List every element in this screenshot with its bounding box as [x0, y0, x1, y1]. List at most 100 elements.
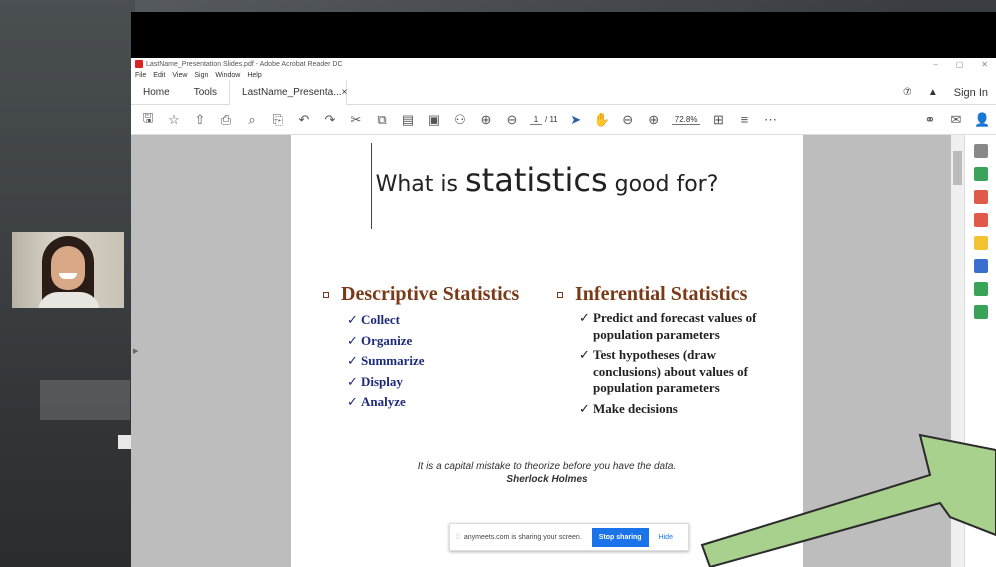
check-icon: ✓	[347, 332, 358, 348]
compare-icon[interactable]	[973, 282, 988, 296]
zoom-out-icon[interactable]: ⊖	[620, 112, 636, 128]
descriptive-list: ✓ Collect ✓ Organize ✓ Summarize ✓ Display ✓…	[323, 310, 519, 413]
tab-tools[interactable]: Tools	[182, 81, 229, 105]
descriptive-column: Descriptive Statistics ✓ Collect ✓ Organiz…	[323, 283, 519, 413]
acrobat-app-icon	[135, 60, 143, 68]
list-item: ✓ Display	[347, 372, 519, 393]
list-item: ✓ Predict and forecast values of populati…	[579, 310, 773, 343]
page-fit-icon[interactable]: ⊞	[710, 112, 726, 128]
square-bullet-icon	[323, 291, 329, 298]
scrollbar-thumb[interactable]	[953, 151, 962, 185]
zoom-dropdown[interactable]: 72.8%	[671, 115, 701, 125]
zoom-tool-icon[interactable]	[973, 144, 988, 158]
menu-help[interactable]: Help	[247, 72, 261, 79]
hand-tool-icon[interactable]: ✋	[594, 112, 610, 128]
left-panel-arrow-icon[interactable]: ▶	[133, 347, 138, 355]
create-pdf-icon[interactable]	[973, 167, 988, 181]
tab-bar: Home Tools LastName_Presenta... × ⑦ ▲ Si…	[131, 80, 996, 105]
list-item: ✓ Organize	[347, 331, 519, 352]
sign-in-button[interactable]: Sign In	[954, 87, 988, 99]
list-item-text: Collect	[361, 312, 400, 327]
check-icon: ✓	[579, 310, 590, 325]
close-button[interactable]: ✕	[981, 60, 988, 69]
menu-view[interactable]: View	[172, 72, 187, 79]
menu-bar: File Edit View Sign Window Help	[131, 70, 996, 81]
undo-icon[interactable]: ↶	[296, 112, 312, 128]
binoculars-icon[interactable]: ⚇	[452, 112, 468, 128]
toolbar: 🖫 ☆ ⇧ ⎙ ⌕ ⎘ ↶ ↷ ✂ ⧉ ▤ ▣ ⚇ ⊕ ⊖ 1 / 11 ➤ ✋…	[131, 105, 996, 135]
share-file-icon[interactable]: ⎘	[270, 112, 286, 128]
minimize-button[interactable]: –	[933, 60, 937, 69]
list-item-text: Organize	[361, 332, 413, 348]
page-total: / 11	[545, 115, 558, 124]
list-item-text: Predict and forecast values of populatio…	[593, 310, 757, 342]
maximize-button[interactable]: ▢	[956, 60, 964, 69]
background-books	[40, 380, 130, 420]
redo-icon[interactable]: ↷	[322, 112, 338, 128]
window-controls: – ▢ ✕	[933, 60, 996, 69]
menu-file[interactable]: File	[135, 72, 146, 79]
print-icon[interactable]: ⎙	[218, 112, 234, 128]
fill-sign-icon[interactable]	[973, 305, 988, 319]
scroll-mode-icon[interactable]: ≡	[736, 112, 752, 127]
clipboard-icon[interactable]: ▤	[400, 112, 416, 128]
tab-home[interactable]: Home	[131, 81, 182, 105]
tab-close-icon[interactable]: ×	[342, 87, 348, 98]
select-cursor-icon[interactable]: ➤	[568, 112, 584, 128]
drag-handle-icon[interactable]: ⁞⁞	[456, 534, 460, 541]
check-icon: ✓	[579, 347, 590, 362]
export-pdf-icon[interactable]	[973, 213, 988, 227]
page-down-icon[interactable]: ⊖	[504, 112, 520, 128]
search-icon[interactable]: ⌕	[244, 112, 260, 128]
menu-sign[interactable]: Sign	[194, 72, 208, 79]
check-icon: ✓	[347, 373, 358, 389]
check-icon: ✓	[347, 394, 358, 409]
zoom-in-icon[interactable]: ⊕	[646, 112, 662, 128]
screen-share-bar: ⁞⁞ anymeets.com is sharing your screen. …	[449, 523, 689, 551]
bell-icon[interactable]: ▲	[928, 87, 938, 98]
edit-pdf-icon[interactable]	[973, 259, 988, 273]
title-part-2: good for?	[607, 172, 719, 197]
descriptive-heading: Descriptive Statistics	[323, 283, 519, 306]
comment-icon[interactable]	[973, 236, 988, 250]
more-tools-icon[interactable]: ⋯	[762, 112, 778, 128]
tab-bar-right: ⑦ ▲ Sign In	[903, 87, 996, 99]
annotation-arrow-shape	[700, 433, 996, 567]
window-title: LastName_Presentation Slides.pdf - Adobe…	[146, 60, 343, 68]
check-icon: ✓	[579, 400, 590, 416]
hide-button[interactable]: Hide	[659, 534, 673, 541]
page-up-icon[interactable]: ⊕	[478, 112, 494, 128]
share-message: anymeets.com is sharing your screen.	[463, 533, 582, 541]
help-icon[interactable]: ⑦	[903, 87, 912, 98]
list-item-text: Summarize	[361, 353, 425, 368]
bookmark-star-icon[interactable]: ☆	[166, 112, 182, 128]
mail-icon[interactable]: ✉	[948, 112, 964, 128]
webcam-face	[51, 246, 85, 290]
title-emphasis: statistics	[464, 161, 608, 199]
toolbar-right: ⚭ ✉ 👤	[922, 112, 996, 128]
save-icon[interactable]: 🖫	[140, 109, 156, 131]
list-item-text: Display	[361, 373, 403, 389]
copy-icon[interactable]: ⧉	[374, 112, 390, 128]
stop-sharing-button[interactable]: Stop sharing	[591, 527, 649, 547]
check-icon: ✓	[347, 353, 358, 368]
scissors-icon[interactable]: ✂	[348, 112, 364, 128]
organize-pages-icon[interactable]	[973, 190, 988, 204]
list-item-text: Test hypotheses (draw conclusions) about…	[593, 347, 748, 395]
check-icon: ✓	[347, 312, 358, 327]
webcam-thumbnail	[12, 232, 124, 308]
title-part-1: What is	[375, 172, 465, 197]
menu-edit[interactable]: Edit	[153, 72, 165, 79]
list-item: ✓ Analyze	[347, 392, 519, 413]
menu-window[interactable]: Window	[215, 72, 240, 79]
black-top-bar	[131, 12, 996, 58]
page-number-input[interactable]: 1	[530, 115, 542, 125]
upload-icon[interactable]: ⇧	[192, 112, 208, 128]
link-icon[interactable]: ⚭	[922, 112, 938, 128]
tab-document[interactable]: LastName_Presenta... ×	[229, 80, 348, 105]
snapshot-icon[interactable]: ▣	[426, 112, 442, 128]
square-bullet-icon	[557, 291, 563, 298]
slide-title: What is statistics good for?	[291, 161, 803, 199]
add-person-icon[interactable]: 👤	[974, 112, 990, 128]
inferential-heading-text: Inferential Statistics	[575, 283, 748, 305]
